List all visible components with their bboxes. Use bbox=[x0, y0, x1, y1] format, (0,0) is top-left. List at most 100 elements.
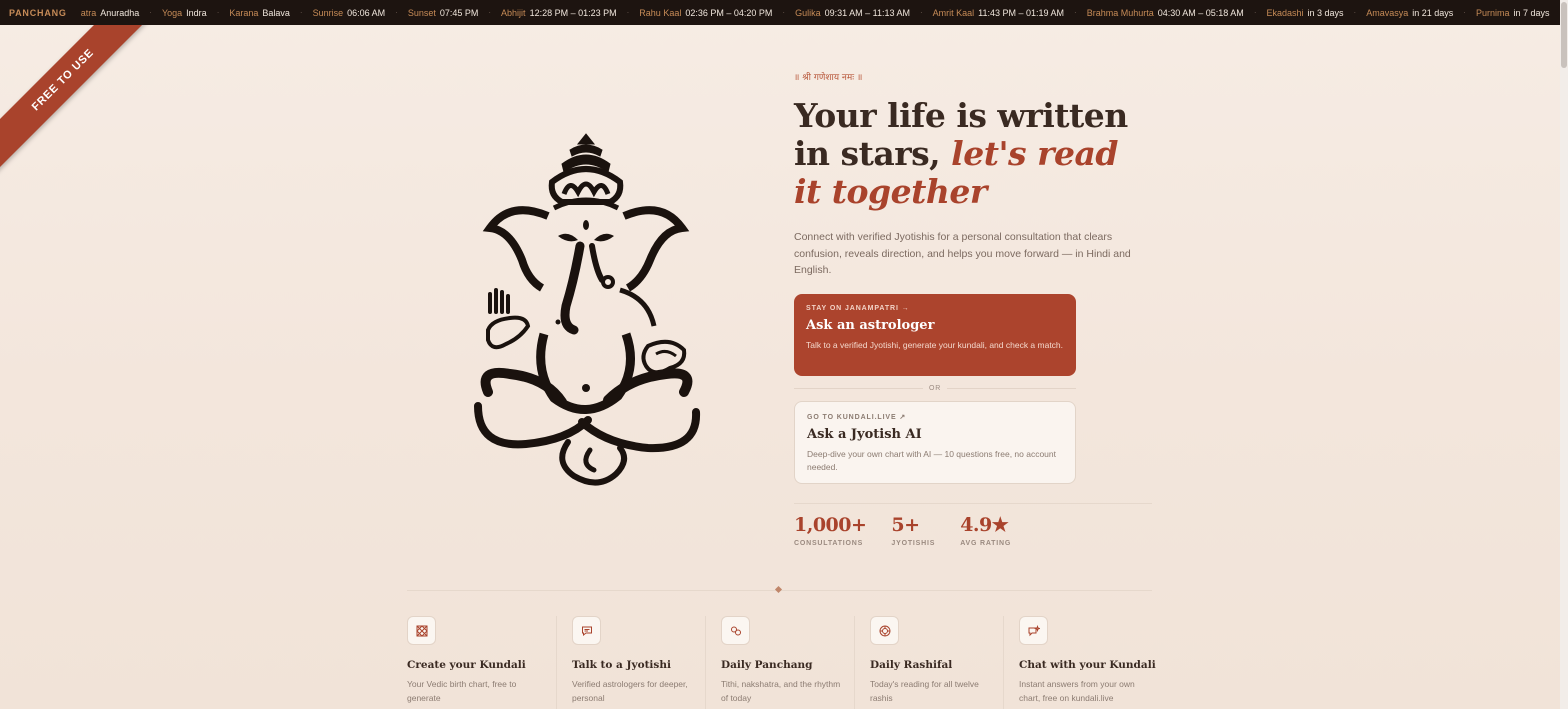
features-row: Create your Kundali Your Vedic birth cha… bbox=[407, 616, 1156, 709]
stat-rating: 4.9★ AVG RATING bbox=[960, 514, 1011, 547]
free-ribbon: FREE TO USE bbox=[0, 25, 160, 185]
feature-talk-jyotishi[interactable]: Talk to a Jyotishi Verified astrologers … bbox=[556, 616, 705, 709]
feature-desc: Verified astrologers for deeper, persona… bbox=[572, 679, 688, 703]
feature-desc: Instant answers from your own chart, fre… bbox=[1019, 679, 1135, 703]
ticker-item: Abhijit 12:28 PM – 01:23 PM bbox=[501, 8, 617, 18]
ticker-item: atra Anuradha bbox=[81, 8, 140, 18]
scrollbar-thumb[interactable] bbox=[1561, 2, 1567, 68]
ticker-value: 02:36 PM – 04:20 PM bbox=[685, 7, 773, 18]
ticker-separator: · bbox=[149, 8, 152, 17]
ticker-value: 06:06 AM bbox=[347, 7, 386, 18]
ticker-value: in 21 days bbox=[1412, 7, 1454, 18]
ticker-track: atra Anuradha · Yoga Indra · Karana Balava · Sunr… bbox=[81, 8, 1560, 18]
page-headline: Your life is written in stars, let's rea… bbox=[794, 97, 1154, 211]
ticker-separator: · bbox=[395, 8, 398, 17]
ticker-item: Ekadashi in 3 days bbox=[1266, 8, 1343, 18]
ask-astrologer-button[interactable]: STAY ON JANAMPATRI → Ask an astrologer T… bbox=[794, 294, 1076, 376]
divider-diamond-icon bbox=[774, 585, 783, 594]
feature-desc: Tithi, nakshatra, and the rhythm of toda… bbox=[721, 679, 841, 703]
stat-value: 1,000+ bbox=[794, 514, 867, 536]
stat-label: JYOTISHIS bbox=[891, 540, 936, 547]
ticker-key: Karana bbox=[229, 7, 259, 18]
ticker-item: Purnima in 7 days bbox=[1476, 8, 1550, 18]
feature-chat-kundali[interactable]: Chat with your Kundali Instant answers f… bbox=[1003, 616, 1156, 709]
ticker-key: Yoga bbox=[161, 7, 183, 18]
ticker-value: 09:31 AM – 11:13 AM bbox=[824, 7, 910, 18]
ticker-value: in 7 days bbox=[1513, 7, 1550, 18]
ticker-separator: · bbox=[1074, 8, 1077, 17]
feature-title: Daily Rashifal bbox=[870, 659, 953, 671]
stat-value: 4.9★ bbox=[960, 514, 1009, 536]
ticker-key: Amavasya bbox=[1366, 7, 1409, 18]
ticker-key: atra bbox=[80, 7, 97, 18]
crown-tip bbox=[576, 133, 596, 145]
ticker-value: 11:43 PM – 01:19 AM bbox=[978, 7, 1065, 18]
stat-jyotishis: 5+ JYOTISHIS bbox=[891, 514, 935, 547]
feature-desc: Today's reading for all twelve rashis bbox=[870, 679, 979, 703]
or-label: OR bbox=[928, 384, 942, 392]
ticker-item: Amrit Kaal 11:43 PM – 01:19 AM bbox=[933, 8, 1064, 18]
ticker-item: Yoga Indra bbox=[162, 8, 207, 18]
ticker-item: Sunrise 06:06 AM bbox=[313, 8, 386, 18]
ticker-separator: · bbox=[919, 8, 923, 17]
feature-title: Chat with your Kundali bbox=[1019, 659, 1156, 671]
feature-daily-rashifal[interactable]: Daily Rashifal Today's reading for all t… bbox=[854, 616, 1003, 709]
ticker-value: 04:30 AM – 05:18 AM bbox=[1157, 7, 1244, 18]
feature-title: Daily Panchang bbox=[721, 659, 813, 671]
stats-row: 1,000+ CONSULTATIONS 5+ JYOTISHIS 4.9★ A… bbox=[794, 514, 1036, 547]
ticker-key: Sunset bbox=[407, 7, 436, 18]
planets-icon bbox=[721, 616, 750, 645]
stat-label: CONSULTATIONS bbox=[794, 540, 864, 547]
ticker-separator: · bbox=[782, 8, 786, 17]
ticker-separator: · bbox=[1463, 8, 1466, 17]
feature-daily-panchang[interactable]: Daily Panchang Tithi, nakshatra, and the… bbox=[705, 616, 854, 709]
stat-consultations: 1,000+ CONSULTATIONS bbox=[794, 514, 867, 547]
panchang-ticker: PANCHANG atra Anuradha · Yoga Indra · Karana Ba… bbox=[0, 0, 1560, 25]
ticker-value: 07:45 PM bbox=[439, 7, 479, 18]
feature-title: Talk to a Jyotishi bbox=[572, 659, 671, 671]
stat-label: AVG RATING bbox=[960, 540, 1012, 547]
stat-value: 5+ bbox=[891, 514, 920, 536]
ticker-key: Amrit Kaal bbox=[932, 7, 975, 18]
ticker-key: Sunrise bbox=[312, 7, 344, 18]
ticker-key: Rahu Kaal bbox=[639, 7, 682, 18]
or-line-left bbox=[794, 387, 923, 389]
ticker-item: Karana Balava bbox=[229, 8, 290, 18]
ticker-value: in 3 days bbox=[1307, 7, 1344, 18]
ganesha-illustration bbox=[474, 133, 701, 486]
ticker-brand: PANCHANG bbox=[0, 7, 77, 18]
ticker-value: Indra bbox=[186, 7, 207, 18]
ask-astrologer-title: Ask an astrologer bbox=[806, 318, 935, 333]
ticker-item: Brahma Muhurta 04:30 AM – 05:18 AM bbox=[1087, 8, 1244, 18]
feature-desc: Your Vedic birth chart, free to generate bbox=[407, 679, 517, 703]
ask-jyotish-ai-button[interactable]: GO TO KUNDALI.LIVE ↗ Ask a Jyotish AI De… bbox=[794, 401, 1076, 484]
ticker-separator: · bbox=[299, 8, 303, 17]
ticker-item: Sunset 07:45 PM bbox=[408, 8, 479, 18]
ticker-separator: · bbox=[626, 8, 630, 17]
ticker-value: Balava bbox=[262, 7, 290, 18]
ticker-key: Purnima bbox=[1475, 7, 1510, 18]
feature-create-kundali[interactable]: Create your Kundali Your Vedic birth cha… bbox=[407, 616, 556, 709]
ticker-separator: · bbox=[1353, 8, 1357, 17]
ticker-key: Abhijit bbox=[501, 7, 526, 18]
stats-divider bbox=[794, 503, 1152, 504]
ticker-separator: · bbox=[1253, 8, 1257, 17]
feature-title: Create your Kundali bbox=[407, 659, 526, 671]
page-scrollbar[interactable] bbox=[1560, 0, 1568, 709]
shloka-text: ॥ श्री गणेशाय नमः ॥ bbox=[794, 73, 863, 83]
zodiac-wheel-icon bbox=[870, 616, 899, 645]
ask-ai-kicker: GO TO KUNDALI.LIVE ↗ bbox=[807, 414, 907, 421]
hero-description: Connect with verified Jyotishis for a pe… bbox=[794, 231, 1131, 276]
or-divider: OR bbox=[794, 383, 1077, 393]
ticker-item: Rahu Kaal 02:36 PM – 04:20 PM bbox=[639, 8, 772, 18]
ticker-value: Anuradha bbox=[100, 7, 140, 18]
ticker-item: Gulika 09:31 AM – 11:13 AM bbox=[795, 8, 910, 18]
ask-ai-subtitle: Deep-dive your own chart with AI — 10 qu… bbox=[807, 449, 1056, 472]
ask-astrologer-kicker: STAY ON JANAMPATRI → bbox=[806, 305, 910, 312]
ticker-key: Brahma Muhurta bbox=[1086, 7, 1154, 18]
ai-chat-icon bbox=[1019, 616, 1048, 645]
or-line-right bbox=[947, 387, 1077, 389]
ticker-separator: · bbox=[216, 8, 220, 17]
ask-ai-title: Ask a Jyotish AI bbox=[807, 427, 922, 442]
kundali-grid-icon bbox=[407, 616, 436, 645]
